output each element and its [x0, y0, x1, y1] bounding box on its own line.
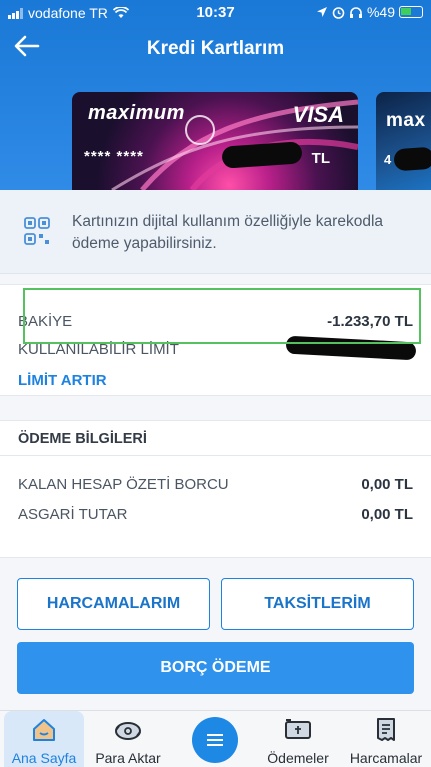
pay-debt-button[interactable]: BORÇ ÖDEME — [17, 642, 414, 694]
card-number: **** **** — [84, 148, 144, 165]
bottom-nav: Ana Sayfa Para Aktar Ödemeler Harcamalar — [0, 710, 431, 767]
money-transfer-icon — [115, 722, 141, 740]
battery-percent: %49 — [366, 4, 395, 20]
nav-item-expenses[interactable]: Harcamalar — [344, 711, 428, 767]
nav-label: Ana Sayfa — [11, 750, 77, 766]
increase-limit-link[interactable]: LİMİT ARTIR — [18, 372, 107, 389]
qr-code-icon — [24, 217, 50, 245]
nav-label: Para Aktar — [95, 750, 161, 766]
status-bar: vodafone TR 10:37 %49 — [0, 0, 431, 26]
title-bar: Kredi Kartlarım — [0, 28, 431, 72]
page-title: Kredi Kartlarım — [146, 38, 285, 59]
expenses-button[interactable]: HARCAMALARIM — [17, 578, 210, 630]
nav-label: Harcamalar — [349, 750, 423, 766]
credit-card-maximum[interactable]: maximum VISA **** **** TL — [72, 92, 358, 190]
card-currency: TL — [311, 150, 330, 167]
highlight-box — [23, 288, 421, 344]
remaining-debt-label: KALAN HESAP ÖZETİ BORCU — [18, 476, 229, 493]
payments-icon — [285, 719, 311, 739]
card-brand: maximum — [88, 102, 185, 124]
installments-button[interactable]: TAKSİTLERİM — [221, 578, 414, 630]
menu-icon[interactable] — [192, 717, 238, 763]
nav-item-payments[interactable]: Ödemeler — [258, 711, 338, 767]
headphones-icon — [349, 6, 362, 18]
credit-card-second[interactable]: max 4 — [376, 92, 431, 190]
section-title: ÖDEME BİLGİLERİ — [18, 431, 147, 447]
receipt-icon — [377, 718, 395, 741]
minimum-amount-value: 0,00 TL — [361, 506, 413, 523]
minimum-amount-label: ASGARİ TUTAR — [18, 506, 128, 523]
nav-label: Ödemeler — [267, 750, 329, 766]
payment-info-header: ÖDEME BİLGİLERİ — [0, 420, 431, 456]
home-icon — [33, 719, 55, 741]
card-number: 4 — [384, 152, 393, 167]
battery-icon — [399, 6, 423, 18]
location-icon — [316, 7, 327, 17]
redaction-scribble — [393, 146, 431, 172]
alarm-icon — [332, 6, 345, 19]
qr-notice[interactable]: Kartınızın dijital kullanım özelliğiyle … — [0, 190, 431, 274]
nav-item-home[interactable]: Ana Sayfa — [4, 711, 84, 767]
payment-info-section: KALAN HESAP ÖZETİ BORCU 0,00 TL ASGARİ T… — [0, 456, 431, 558]
card-detail-panel: Kartınızın dijital kullanım özelliğiyle … — [0, 190, 431, 710]
header-area: vodafone TR 10:37 %49 Kredi Kartlarım ma… — [0, 0, 431, 190]
visa-logo: VISA — [292, 102, 344, 127]
nav-item-transfer[interactable]: Para Aktar — [88, 711, 168, 767]
card-brand: max — [386, 110, 426, 131]
remaining-debt-value: 0,00 TL — [361, 476, 413, 493]
qr-notice-text: Kartınızın dijital kullanım özelliğiyle … — [72, 213, 384, 252]
